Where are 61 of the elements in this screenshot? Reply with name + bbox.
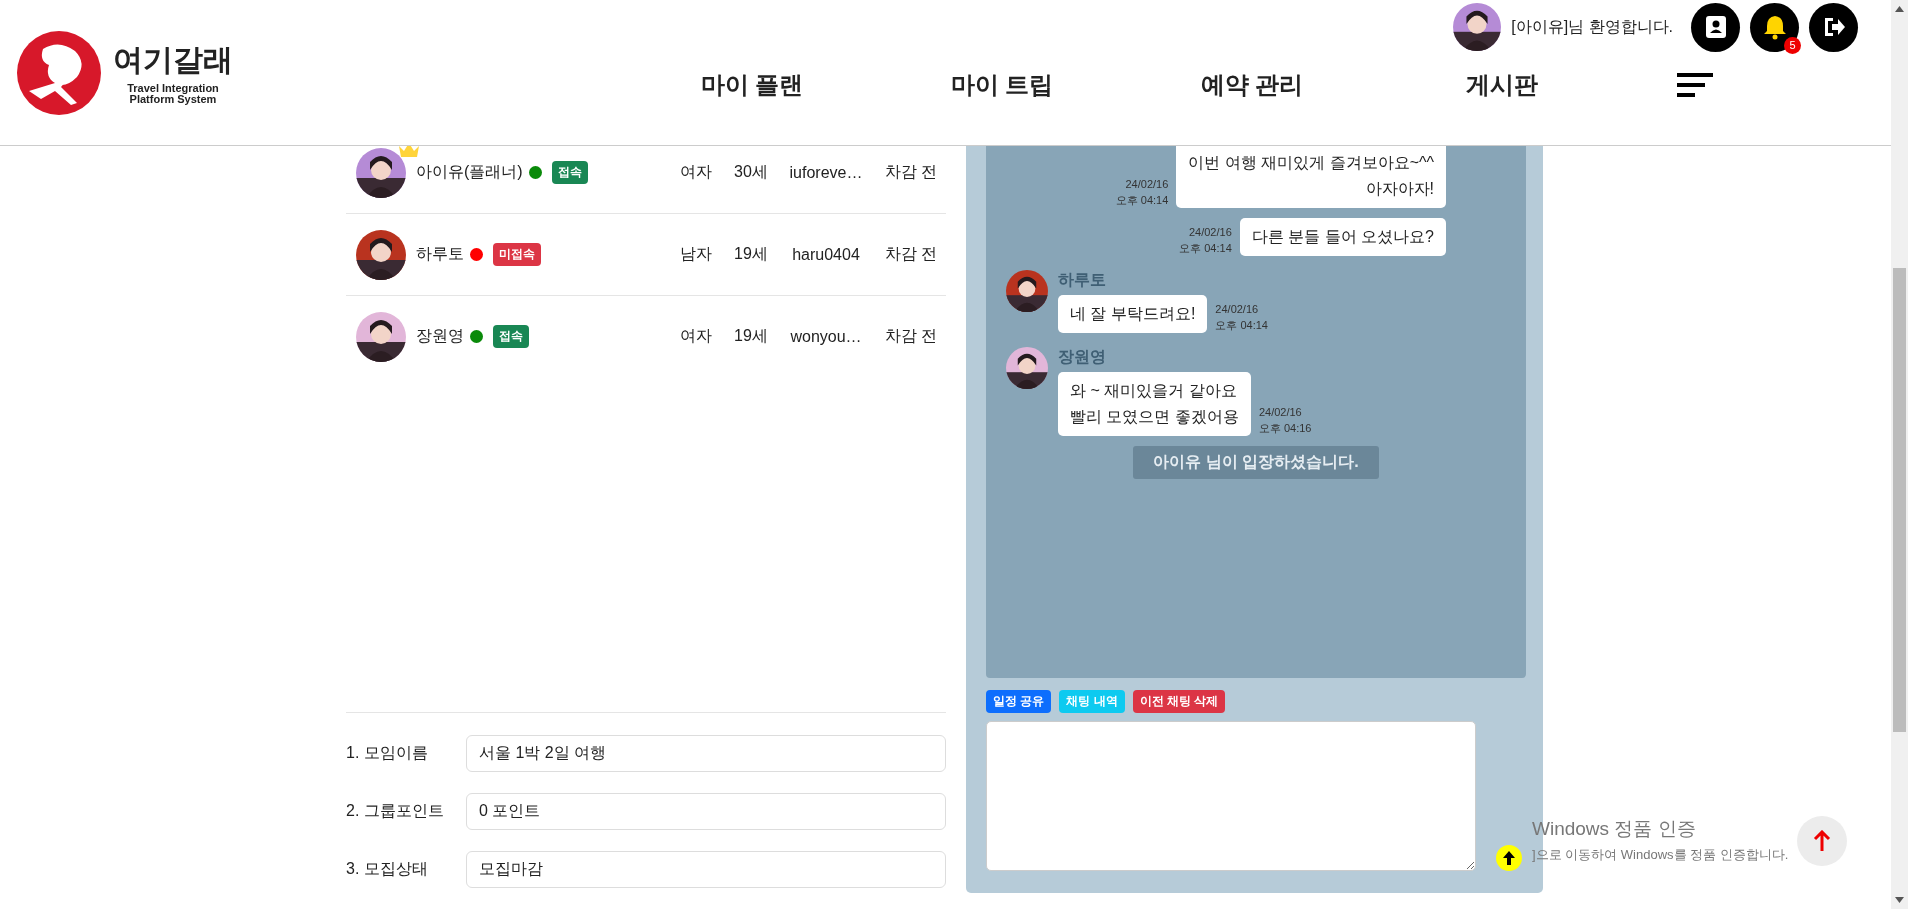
scrollbar[interactable]	[1891, 0, 1908, 909]
contacts-button[interactable]	[1691, 2, 1740, 52]
message-time: 24/02/16 오후 04:14	[1179, 225, 1232, 256]
deduction-status: 차감 전	[883, 162, 939, 182]
status-tag: 접속	[493, 325, 529, 348]
brand-subtitle: Platform System	[128, 94, 217, 105]
brand-name: 여기갈래	[113, 42, 233, 78]
arrow-up-icon	[1502, 850, 1516, 866]
gender-text: 여자	[679, 162, 713, 182]
scroll-top-button[interactable]	[1797, 816, 1847, 866]
field-label: 3. 모집상태	[346, 859, 429, 879]
chat-action-button[interactable]: 일정 공유	[986, 690, 1052, 713]
brand-subtitle: Travel Integration	[126, 83, 220, 94]
notification-button[interactable]: 5	[1750, 2, 1799, 52]
message-bubble: 이번 여행 재미있게 즐겨보아요~^^ 아자아자!	[1176, 146, 1446, 208]
message-time: 24/02/16 오후 04:14	[1115, 177, 1169, 208]
status-tag: 접속	[551, 161, 588, 184]
deduction-status: 차감 전	[883, 244, 939, 264]
message-time: 24/02/16 오후 04:16	[1258, 405, 1312, 436]
nav-link[interactable]: 마이 트립	[877, 68, 1127, 102]
welcome-text: [아이유]님 환영합니다.	[1511, 16, 1673, 37]
field-label: 1. 모임이름	[346, 743, 429, 763]
deduction-status: 차감 전	[883, 326, 939, 346]
activation-notice-text: ]으로 이동하여 Windows를 정품 인증합니다.	[1532, 846, 1789, 864]
nav-link[interactable]: 예약 관리	[1127, 68, 1377, 102]
chat-action-button[interactable]: 이전 채팅 삭제	[1132, 690, 1226, 713]
age-text: 19세	[733, 244, 769, 264]
logo-icon	[15, 28, 103, 117]
member-name: 장원영	[416, 326, 464, 346]
field-label: 2. 그룹포인트	[346, 801, 445, 821]
arrow-up-icon	[1813, 830, 1831, 852]
message-bubble: 네 잘 부탁드려요!	[1058, 295, 1208, 333]
message-time: 24/02/16 오후 04:14	[1215, 302, 1268, 333]
message-bubble: 와 ~ 재미있을거 같아요 빨리 모였으면 좋겠어용	[1058, 372, 1251, 436]
gender-text: 여자	[679, 326, 713, 346]
contact-card-icon	[1704, 15, 1727, 39]
message-input[interactable]	[986, 721, 1476, 871]
activation-notice-title: Windows 정품 인증	[1532, 817, 1697, 841]
bell-icon	[1762, 14, 1787, 40]
user-id: wonyou…	[789, 327, 863, 346]
input-field[interactable]: 모집마감	[466, 851, 946, 888]
nav-link[interactable]: 게시판	[1377, 68, 1627, 102]
user-id: iuforeve…	[788, 163, 864, 182]
status-tag: 미접속	[493, 243, 541, 266]
logout-button[interactable]	[1809, 2, 1858, 52]
input-field[interactable]: 서울 1박 2일 여행	[466, 735, 946, 772]
input-field[interactable]: 0 포인트	[466, 793, 946, 830]
age-text: 30세	[733, 162, 769, 182]
sender-name: 하루토	[1058, 270, 1107, 290]
member-name: 하루토	[416, 244, 464, 264]
menu-icon[interactable]	[1677, 73, 1713, 97]
gender-text: 남자	[679, 244, 713, 264]
system-notice: 아이유 님이 입장하셨습니다.	[1133, 446, 1379, 479]
message-bubble: 다른 분들 들어 오셨나요?	[1239, 218, 1446, 256]
sender-name: 장원영	[1058, 347, 1107, 367]
send-button[interactable]	[1496, 845, 1522, 871]
user-id: haru0404	[791, 245, 861, 264]
member-name: 아이유(플래너)	[416, 162, 523, 182]
notification-count: 5	[1784, 36, 1801, 54]
nav-link[interactable]: 마이 플랜	[627, 68, 877, 102]
age-text: 19세	[733, 326, 769, 346]
